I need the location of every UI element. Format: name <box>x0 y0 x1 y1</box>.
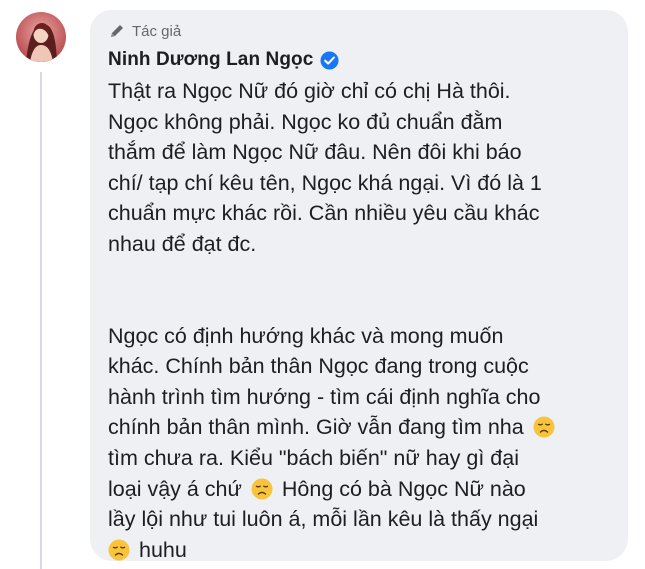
comment-line: huhu <box>108 535 610 566</box>
pen-icon <box>111 25 123 37</box>
disappointed-face-emoji-icon <box>108 539 130 561</box>
comment-text: Thật ra Ngọc Nữ đó giờ chỉ có chị Hà thô… <box>108 76 610 565</box>
avatar[interactable] <box>16 12 66 62</box>
comment-line: thắm để làm Ngọc Nữ đâu. Nên đôi khi báo <box>108 140 522 165</box>
avatar-photo <box>16 12 66 62</box>
comment-line: chuẩn mực khác rồi. Cần nhiều yêu cầu kh… <box>108 201 540 226</box>
comment-screenshot: Tác giả Ninh Dương Lan Ngọc Thật ra Ngọc… <box>0 0 645 569</box>
comment-bubble: Tác giả Ninh Dương Lan Ngọc Thật ra Ngọc… <box>90 10 628 562</box>
reply-thread-line <box>40 72 42 569</box>
verified-badge-icon <box>320 50 339 70</box>
author-row: Ninh Dương Lan Ngọc <box>108 48 610 72</box>
comment-line: khác. Chính bản thân Ngọc đang trong cuộ… <box>108 354 529 379</box>
comment-line: Ngọc không phải. Ngọc ko đủ chuẩn đằm <box>108 109 503 134</box>
disappointed-face-emoji-icon <box>533 416 555 438</box>
comment-line: loại vậy á chứ Hông có bà Ngọc Nữ nào <box>108 474 610 505</box>
comment-text-segment: chính bản thân mình. Giờ vẫn đang tìm nh… <box>108 415 524 440</box>
author-badge-label: Tác giả <box>132 22 182 40</box>
comment-text-segment: Hông có bà Ngọc Nữ nào <box>281 476 526 501</box>
comment-line: nhau để đạt đc. <box>108 231 257 256</box>
comment-line: Thật ra Ngọc Nữ đó giờ chỉ có chị Hà thô… <box>108 79 511 103</box>
comment-line: lầy lội như tui luôn á, mỗi lần kêu là t… <box>108 507 539 532</box>
comment-line: Ngọc có định hướng khác và mong muốn <box>108 323 504 348</box>
comment-text-segment: huhu <box>138 537 187 562</box>
comment-line: hành trình tìm hướng - tìm cái định nghĩ… <box>108 384 541 409</box>
comment-line: tìm chưa ra. Kiểu "bách biến" nữ hay gì … <box>108 445 519 470</box>
comment-text-segment: loại vậy á chứ <box>108 476 242 501</box>
disappointed-face-emoji-icon <box>251 478 273 500</box>
comment-line: chính bản thân mình. Giờ vẫn đang tìm nh… <box>108 412 610 443</box>
author-badge: Tác giả <box>108 20 610 42</box>
comment-line: chí/ tạp chí kêu tên, Ngọc khá ngại. Vì … <box>108 170 542 195</box>
author-name[interactable]: Ninh Dương Lan Ngọc <box>108 49 313 71</box>
